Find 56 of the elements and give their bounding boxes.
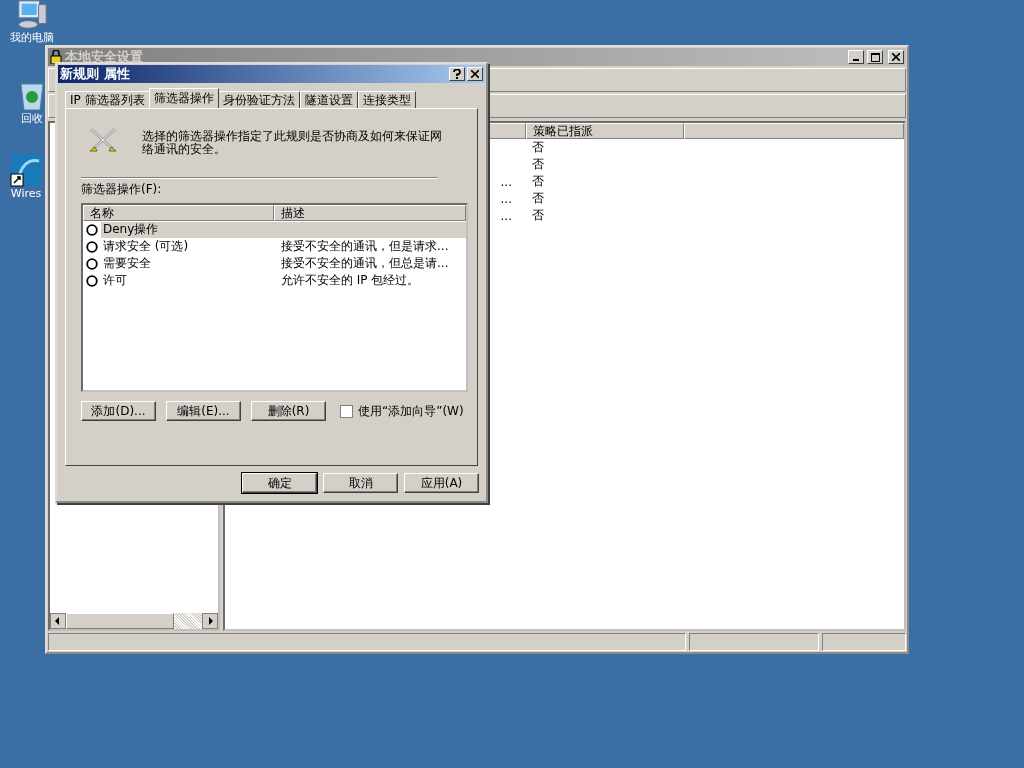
list-label: 筛选器操作(F): — [81, 181, 163, 198]
column-header[interactable]: 策略已指派 — [526, 123, 684, 139]
radio-button[interactable] — [86, 223, 98, 236]
maximize-icon — [870, 52, 880, 62]
close-button[interactable] — [467, 67, 483, 81]
list-action-button[interactable]: 编辑(E)... — [166, 401, 241, 421]
desktop-icon-label[interactable]: 回收 — [21, 113, 43, 125]
table-cell-text: 否 — [531, 139, 544, 156]
horizontal-scrollbar[interactable] — [50, 613, 218, 629]
table-cell: ... — [500, 191, 512, 206]
desktop-icon-label[interactable]: 我的电脑 — [10, 32, 54, 44]
scrollbar-thumb[interactable] — [66, 613, 174, 629]
list-row[interactable]: Deny操作 — [101, 221, 466, 238]
table-cell-text: 否 — [531, 173, 544, 190]
radio-button[interactable] — [86, 274, 98, 287]
table-cell-text: 否 — [531, 207, 544, 224]
checkbox-label[interactable]: 使用“添加向导”(W) — [358, 402, 464, 420]
close-icon — [892, 53, 900, 61]
description-text: 选择的筛选器操作指定了此规则是否协商及如何来保证网络通讯的安全。 — [142, 130, 442, 156]
maximize-button[interactable] — [867, 50, 883, 64]
shortcut-icon[interactable] — [9, 153, 43, 187]
column-header[interactable] — [684, 123, 904, 139]
radio-button[interactable] — [86, 257, 98, 270]
scroll-right-icon[interactable] — [202, 613, 218, 629]
table-cell-text: 否 — [531, 156, 544, 173]
dialog-button[interactable]: 确定 — [242, 473, 317, 493]
dialog-button[interactable]: 应用(A) — [404, 473, 479, 493]
lock-icon — [50, 50, 62, 64]
list-row[interactable]: 许可 允许不安全的 IP 包经过。 — [101, 272, 466, 289]
dialog-button[interactable]: 取消 — [323, 473, 398, 493]
table-cell: ... — [500, 208, 512, 223]
table-cell: ... — [500, 174, 512, 189]
list-action-button[interactable]: 添加(D)... — [81, 401, 156, 421]
dialog-title: 新规则 属性 — [60, 65, 130, 83]
close-button[interactable] — [888, 50, 904, 64]
column-header[interactable]: 名称 — [83, 205, 274, 221]
computer-icon[interactable] — [16, 0, 48, 31]
column-header[interactable]: 描述 — [274, 205, 466, 221]
table-cell-text: 否 — [531, 190, 544, 207]
tab[interactable]: 身份验证方法 — [217, 91, 300, 108]
help-button[interactable] — [449, 67, 465, 81]
help-icon — [453, 69, 461, 79]
tab[interactable]: IP 筛选器列表 — [65, 91, 150, 108]
minimize-button[interactable] — [848, 50, 864, 64]
tab[interactable]: 筛选器操作 — [148, 88, 219, 108]
tab[interactable]: 连接类型 — [357, 91, 416, 108]
list-row[interactable]: 请求安全 (可选) 接受不安全的通讯，但是请求... — [101, 238, 466, 255]
scroll-left-icon[interactable] — [50, 613, 66, 629]
checkbox[interactable] — [340, 404, 353, 418]
radio-button[interactable] — [86, 240, 98, 253]
tab[interactable]: 隧道设置 — [299, 91, 358, 108]
close-icon — [471, 70, 479, 78]
desktop-icon-label[interactable]: Wires — [10, 188, 42, 200]
crossed-swords-icon — [88, 127, 118, 155]
list-row[interactable]: 需要安全 接受不安全的通讯，但总是请... — [101, 255, 466, 272]
list-action-button[interactable]: 删除(R) — [251, 401, 326, 421]
